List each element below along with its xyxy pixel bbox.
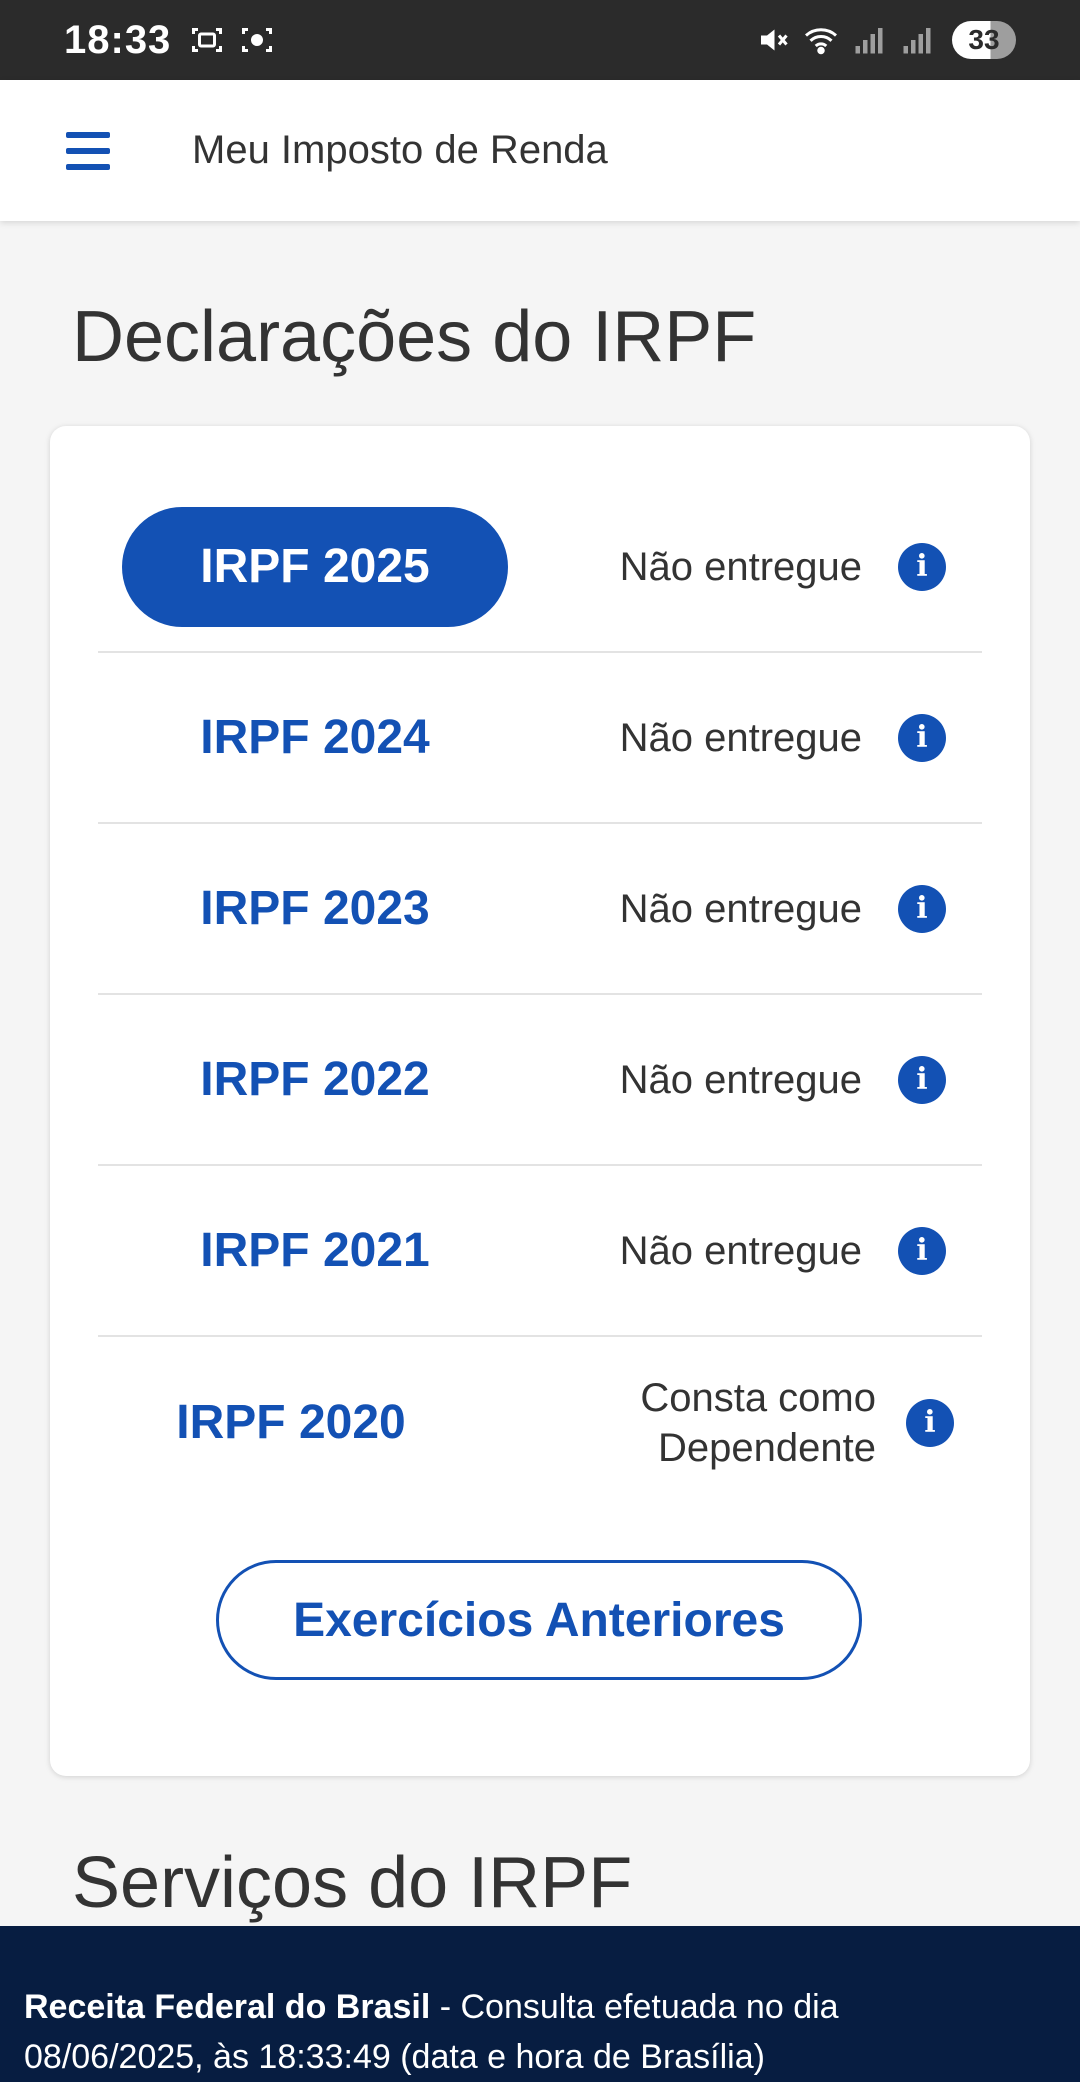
footer-org: Receita Federal do Brasil (24, 1988, 431, 2026)
status-line-2: Dependente (658, 1425, 876, 1470)
status-bar: 18:33 33 (0, 0, 1080, 80)
battery-indicator: 33 (952, 21, 1016, 59)
footer-text-1: Consulta efetuada no dia (460, 1988, 839, 2026)
declaration-row-2025: IRPF 2025 Não entregue i (98, 482, 982, 653)
declaration-status: Não entregue (619, 1228, 862, 1273)
year-button-2021[interactable]: IRPF 2021 (122, 1191, 508, 1311)
declaration-status: Consta como Dependente (640, 1373, 876, 1473)
wifi-icon (805, 28, 837, 55)
declaration-status: Não entregue (619, 1057, 862, 1102)
declaration-status: Não entregue (619, 715, 862, 760)
year-button-2020[interactable]: IRPF 2020 (98, 1363, 484, 1483)
footer-text-2: 08/06/2025, às 18:33:49 (data e hora de … (24, 2038, 765, 2076)
declarations-title: Declarações do IRPF (72, 297, 757, 377)
hamburger-icon (66, 131, 110, 138)
info-icon[interactable]: i (898, 884, 946, 933)
year-button-2022[interactable]: IRPF 2022 (122, 1020, 508, 1140)
signal-icon (903, 28, 931, 54)
declaration-status: Não entregue (619, 544, 862, 589)
app-title: Meu Imposto de Renda (192, 128, 608, 172)
year-button-2025[interactable]: IRPF 2025 (122, 506, 508, 627)
declarations-list: IRPF 2025 Não entregue i IRPF 2024 Não e… (98, 482, 982, 1508)
year-button-2023[interactable]: IRPF 2023 (122, 849, 508, 969)
signal-icon (855, 28, 883, 54)
info-icon[interactable]: i (898, 1055, 946, 1104)
status-line-1: Consta como (640, 1375, 876, 1420)
declarations-card: IRPF 2025 Não entregue i IRPF 2024 Não e… (50, 426, 1030, 1776)
footer-separator: - (430, 1988, 461, 2026)
declaration-row-2024: IRPF 2024 Não entregue i (98, 653, 982, 824)
declaration-row-2022: IRPF 2022 Não entregue i (98, 995, 982, 1166)
status-time: 18:33 (64, 17, 172, 62)
year-button-2024[interactable]: IRPF 2024 (122, 678, 508, 798)
screenshot-icon (192, 28, 223, 52)
info-icon[interactable]: i (898, 1226, 946, 1275)
declaration-row-2021: IRPF 2021 Não entregue i (98, 1166, 982, 1337)
menu-button[interactable] (66, 121, 126, 181)
info-icon[interactable]: i (906, 1398, 954, 1447)
mute-icon (761, 29, 788, 51)
screen-record-icon (242, 28, 273, 52)
services-title: Serviços do IRPF (72, 1843, 633, 1923)
footer-line-1: Receita Federal do Brasil - Consulta efe… (24, 1982, 1056, 2032)
app-bar: Meu Imposto de Renda (0, 80, 1080, 221)
declaration-status: Não entregue (619, 886, 862, 931)
info-icon[interactable]: i (898, 542, 946, 591)
declaration-row-2020: IRPF 2020 Consta como Dependente i (98, 1337, 982, 1508)
previous-years-button[interactable]: Exercícios Anteriores (216, 1560, 862, 1680)
info-icon[interactable]: i (898, 713, 946, 762)
footer: Receita Federal do Brasil - Consulta efe… (0, 1926, 1080, 2082)
declaration-row-2023: IRPF 2023 Não entregue i (98, 824, 982, 995)
